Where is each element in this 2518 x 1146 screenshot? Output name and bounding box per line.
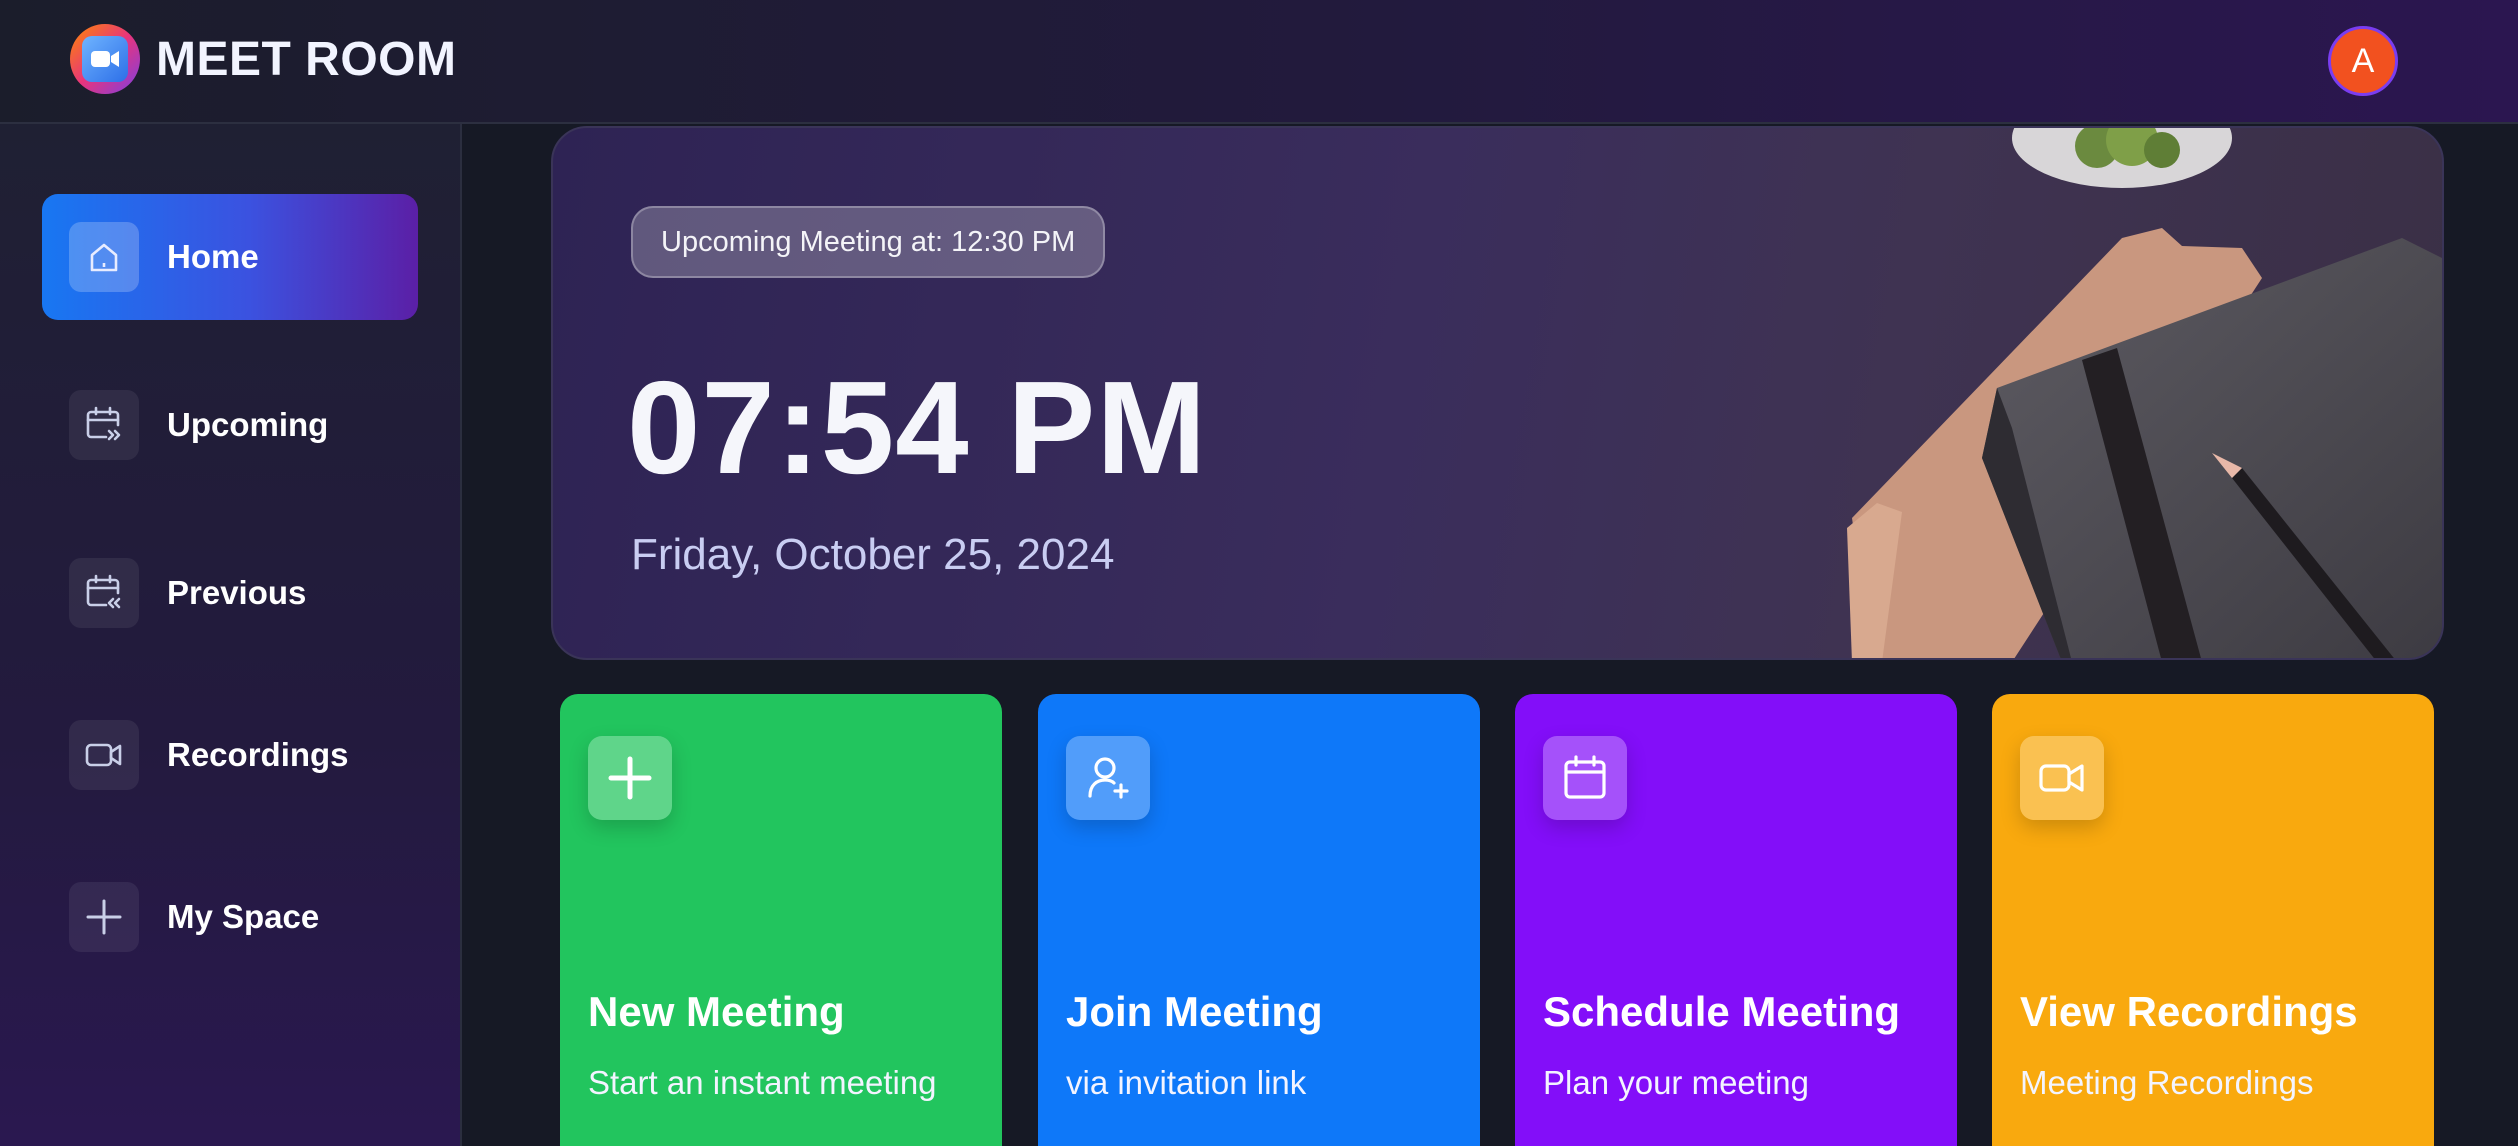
user-plus-icon (1066, 736, 1150, 820)
sidebar-item-home[interactable]: Home (42, 194, 418, 320)
card-title: View Recordings (2020, 988, 2358, 1035)
card-subtitle: Start an instant meeting (588, 1064, 937, 1101)
card-title: New Meeting (588, 988, 845, 1035)
plus-icon (69, 882, 139, 952)
join-meeting-card[interactable]: Join Meeting via invitation link (1038, 694, 1480, 1146)
calendar-back-icon (69, 558, 139, 628)
card-subtitle: Meeting Recordings (2020, 1064, 2314, 1101)
user-avatar[interactable]: A (2328, 26, 2398, 96)
video-icon (2020, 736, 2104, 820)
logo-link[interactable]: MEET ROOM (70, 24, 457, 94)
calendar-forward-icon (69, 390, 139, 460)
video-icon (69, 720, 139, 790)
hero-banner: Upcoming Meeting at: 12:30 PM 07:54 PM F… (551, 126, 2444, 660)
calendar-icon (1543, 736, 1627, 820)
current-date: Friday, October 25, 2024 (631, 530, 1115, 579)
sidebar-item-my-space[interactable]: My Space (42, 854, 418, 980)
home-icon (69, 222, 139, 292)
schedule-meeting-card[interactable]: Schedule Meeting Plan your meeting (1515, 694, 1957, 1146)
sidebar-item-label: Previous (167, 574, 307, 611)
sidebar-item-upcoming[interactable]: Upcoming (42, 362, 418, 488)
plus-icon (588, 736, 672, 820)
card-title: Join Meeting (1066, 988, 1323, 1035)
sidebar-item-label: Upcoming (167, 406, 329, 443)
new-meeting-card[interactable]: New Meeting Start an instant meeting (560, 694, 1002, 1146)
view-recordings-card[interactable]: View Recordings Meeting Recordings (1992, 694, 2434, 1146)
desk-illustration (1847, 128, 2442, 658)
card-subtitle: Plan your meeting (1543, 1064, 1809, 1101)
sidebar-item-label: Home (167, 238, 259, 275)
upcoming-meeting-badge: Upcoming Meeting at: 12:30 PM (631, 206, 1106, 278)
card-title: Schedule Meeting (1543, 988, 1901, 1035)
card-subtitle: via invitation link (1066, 1064, 1307, 1101)
sidebar: Home Upcoming Previous Recordings My Spa… (0, 124, 462, 1146)
top-bar: MEET ROOM A (0, 0, 2518, 124)
current-time: 07:54 PM (627, 354, 1208, 501)
sidebar-item-label: Recordings (167, 736, 349, 773)
logo-icon (70, 24, 140, 94)
sidebar-item-recordings[interactable]: Recordings (42, 692, 418, 818)
app-title: MEET ROOM (156, 32, 457, 86)
sidebar-item-previous[interactable]: Previous (42, 530, 418, 656)
sidebar-item-label: My Space (167, 898, 320, 935)
